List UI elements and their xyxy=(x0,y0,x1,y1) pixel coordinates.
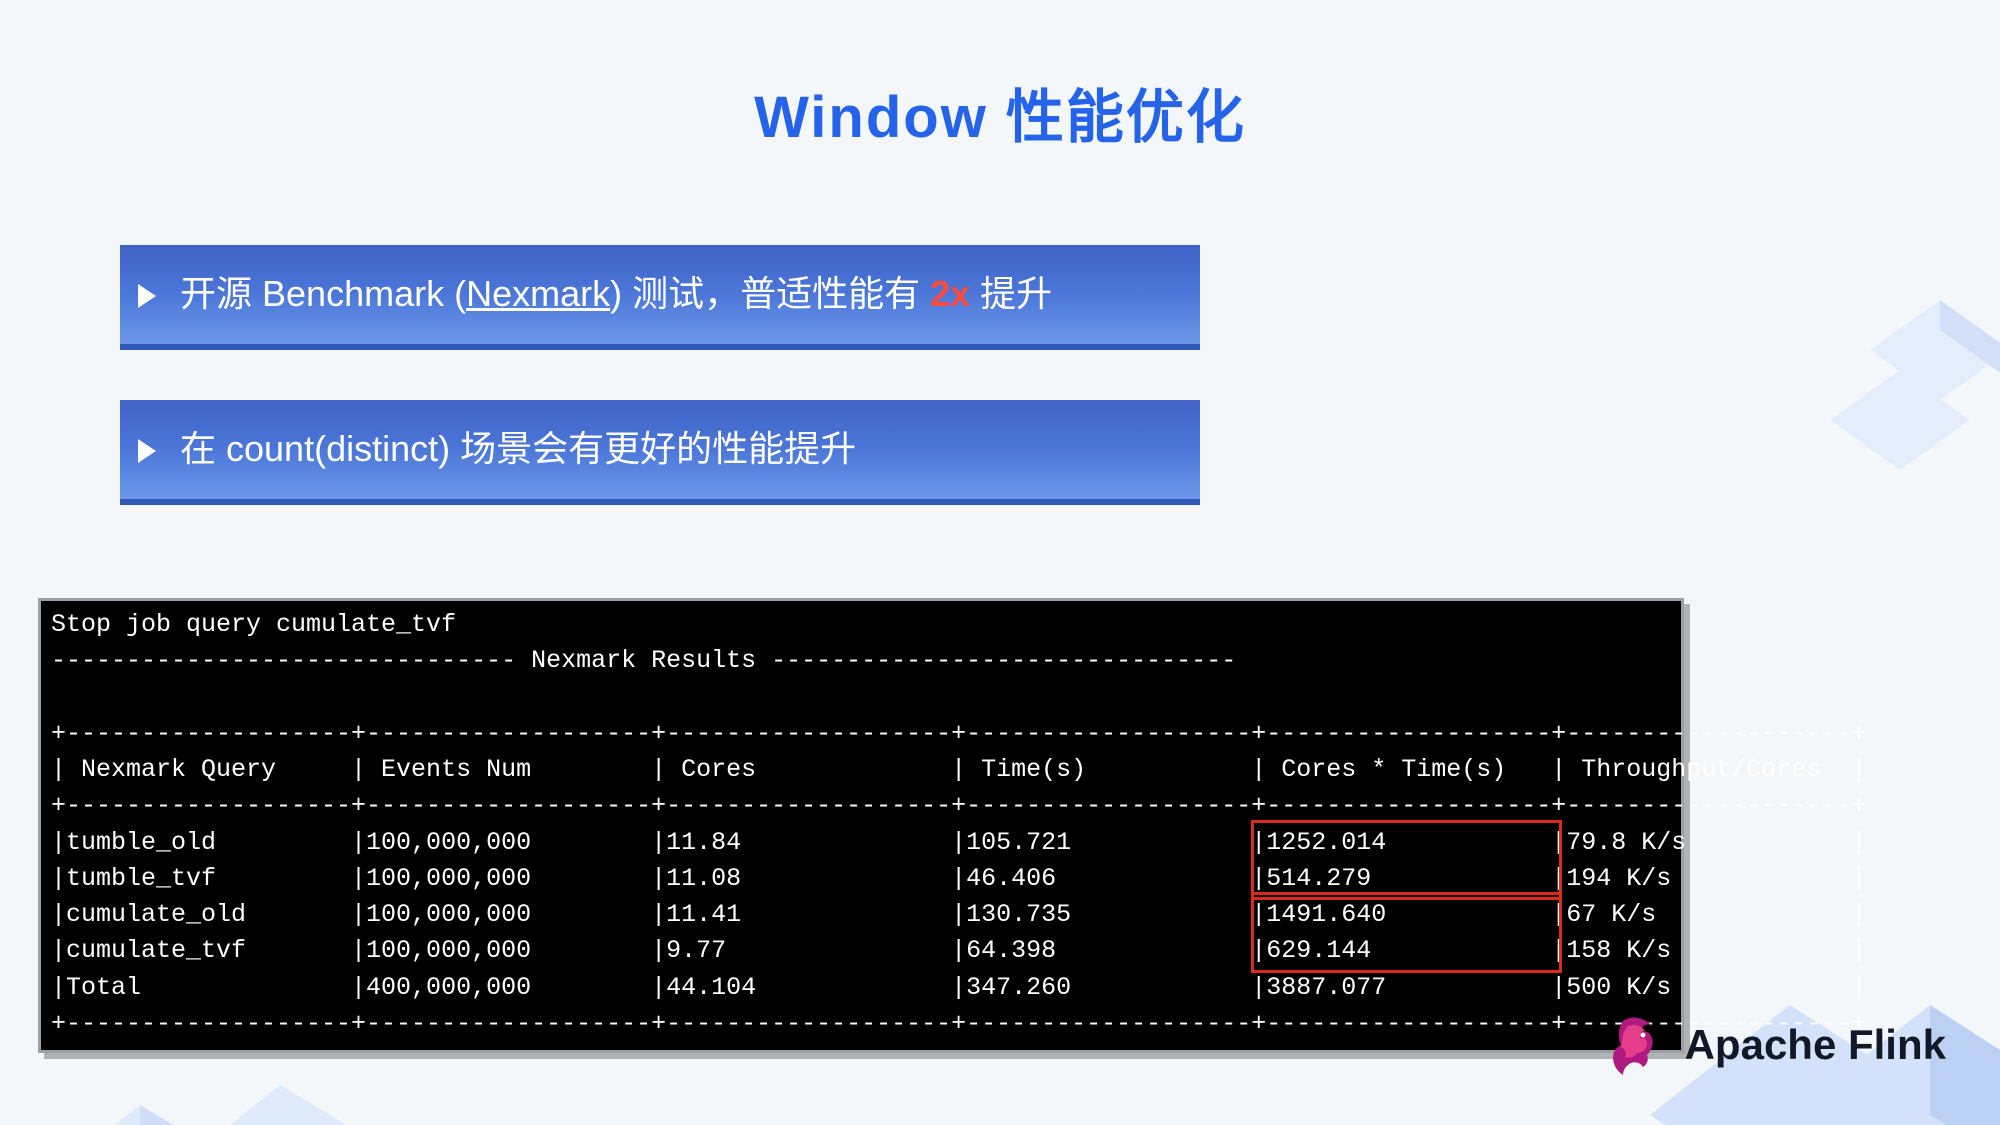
bullet-count-distinct: 在 count(distinct) 场景会有更好的性能提升 xyxy=(120,400,1200,505)
chevron-right-icon xyxy=(138,284,156,308)
bullet-highlight-2x: 2x xyxy=(930,273,970,314)
chevron-right-icon xyxy=(138,439,156,463)
bullet-link-nexmark: Nexmark xyxy=(466,273,610,314)
highlight-box-2 xyxy=(1251,892,1562,973)
bullet-benchmark: 开源 Benchmark (Nexmark) 测试，普适性能有 2x 提升 xyxy=(120,245,1200,350)
brand-name: Apache Flink xyxy=(1685,1021,1946,1069)
bullet-text: 提升 xyxy=(970,273,1052,314)
bullet-text: 开源 Benchmark ( xyxy=(180,273,466,314)
bullet-text: 在 count(distinct) 场景会有更好的性能提升 xyxy=(180,428,856,469)
flink-squirrel-icon xyxy=(1603,1013,1667,1077)
slide-title: Window 性能优化 xyxy=(0,70,2000,154)
apache-flink-logo: Apache Flink xyxy=(1603,1013,1946,1077)
bullet-text: ) 测试，普适性能有 xyxy=(610,273,930,314)
highlight-box-1 xyxy=(1251,820,1562,901)
decoration-cloud-topright xyxy=(1810,230,2000,490)
